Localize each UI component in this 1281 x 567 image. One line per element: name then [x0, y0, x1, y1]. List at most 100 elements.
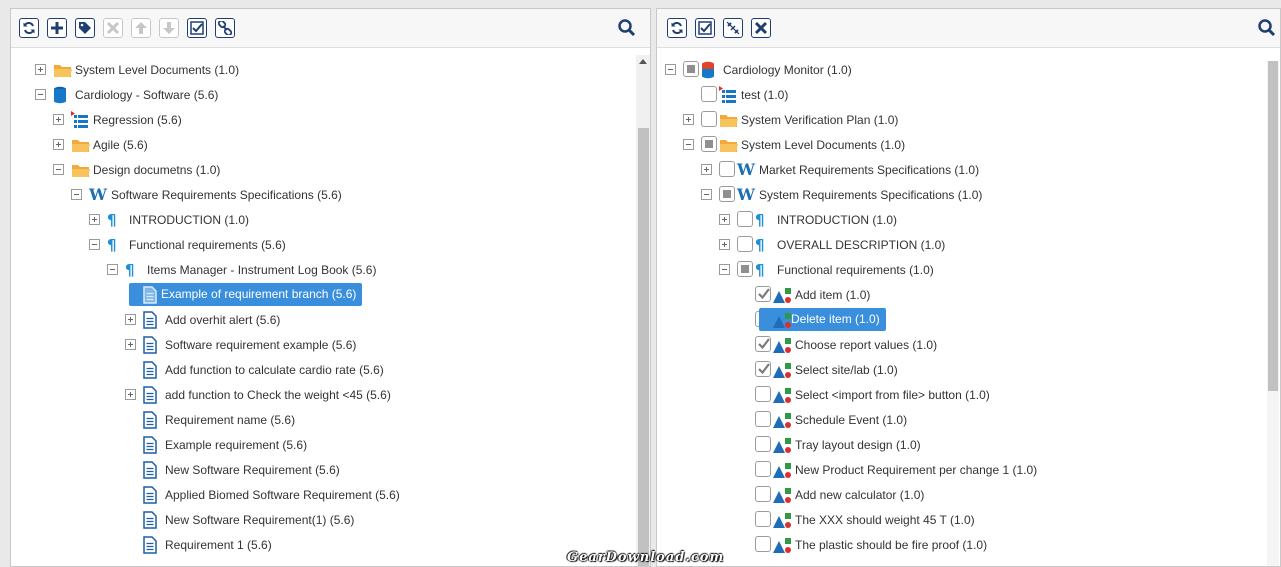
move-up-button[interactable]	[131, 18, 151, 38]
tag-button[interactable]	[75, 18, 95, 38]
tree-checkbox[interactable]	[701, 111, 717, 127]
tree-checkbox[interactable]	[755, 486, 771, 502]
tree-item-label[interactable]: Agile (5.6)	[93, 138, 148, 152]
tree-row[interactable]: The plastic should be fire proof (1.0)	[657, 532, 1280, 557]
tree-item-label[interactable]: System Verification Plan (1.0)	[741, 113, 898, 127]
tree-row[interactable]: Choose report values (1.0)	[657, 332, 1280, 357]
collapse-icon[interactable]	[701, 189, 712, 200]
tree-row[interactable]: System Level Documents (1.0)	[657, 132, 1280, 157]
tree-item-label[interactable]: Choose report values (1.0)	[795, 338, 937, 352]
tree-checkbox[interactable]	[719, 186, 735, 202]
tree-item-label[interactable]: New Software Requirement (5.6)	[165, 463, 340, 477]
tree-item-label[interactable]: Functional requirements (5.6)	[129, 238, 286, 252]
tree-checkbox[interactable]	[737, 236, 753, 252]
tree-item-label[interactable]: Market Requirements Specifications (1.0)	[759, 163, 979, 177]
tree-checkbox[interactable]	[737, 211, 753, 227]
tree-row[interactable]: Requirement name (5.6)	[11, 407, 650, 432]
tree-item-label[interactable]: Example requirement (5.6)	[165, 438, 307, 452]
tree-row[interactable]: Software requirement example (5.6)	[11, 332, 650, 357]
tree-row[interactable]: Select <import from file> button (1.0)	[657, 382, 1280, 407]
expand-icon[interactable]	[125, 339, 136, 350]
tree-item-label[interactable]: Example of requirement branch (5.6)	[129, 283, 363, 306]
tree-item-label[interactable]: The XXX should weight 45 T (1.0)	[795, 513, 975, 527]
right-vertical-scrollbar[interactable]	[1267, 61, 1279, 566]
tree-checkbox[interactable]	[755, 286, 771, 302]
tree-checkbox[interactable]	[719, 161, 735, 177]
left-vertical-scrollbar[interactable]	[636, 55, 650, 566]
tree-item-label[interactable]: test (1.0)	[741, 88, 788, 102]
tree-row[interactable]: Requirement 1 (5.6)	[11, 532, 650, 557]
tree-item-label[interactable]: System Level Documents (1.0)	[75, 63, 239, 77]
expand-icon[interactable]	[701, 164, 712, 175]
collapse-icon[interactable]	[719, 264, 730, 275]
tree-item-label[interactable]: Tray layout design (1.0)	[795, 438, 921, 452]
tree-item-label[interactable]: Add new calculator (1.0)	[795, 488, 924, 502]
tree-checkbox[interactable]	[755, 461, 771, 477]
tree-item-label[interactable]: Software Requirements Specifications (5.…	[111, 188, 342, 202]
tree-row[interactable]: ¶ OVERALL DESCRIPTION (1.0)	[657, 232, 1280, 257]
expand-icon[interactable]	[683, 114, 694, 125]
expand-icon[interactable]	[53, 114, 64, 125]
tree-item-label[interactable]: System Level Documents (1.0)	[741, 138, 905, 152]
tree-row[interactable]: System Level Documents (1.0)	[11, 57, 650, 82]
tree-row[interactable]: Regression (5.6)	[11, 107, 650, 132]
tree-item-label[interactable]: Items Manager - Instrument Log Book (5.6…	[147, 263, 376, 277]
tree-item-label[interactable]: Cardiology Monitor (1.0)	[723, 63, 852, 77]
tree-checkbox[interactable]	[755, 361, 771, 377]
tree-row[interactable]: add function to Check the weight <45 (5.…	[11, 382, 650, 407]
expand-icon[interactable]	[35, 64, 46, 75]
tree-item-label[interactable]: Add item (1.0)	[795, 288, 870, 302]
collapse-icon[interactable]	[53, 164, 64, 175]
tree-row[interactable]: New Product Requirement per change 1 (1.…	[657, 457, 1280, 482]
tree-row[interactable]: ¶ Functional requirements (1.0)	[657, 257, 1280, 282]
right-scrollbar-thumb[interactable]	[1268, 61, 1278, 391]
tree-row[interactable]: Select site/lab (1.0)	[657, 357, 1280, 382]
close-button[interactable]	[751, 18, 771, 38]
tree-row[interactable]: W Software Requirements Specifications (5…	[11, 182, 650, 207]
tree-row[interactable]: Schedule Event (1.0)	[657, 407, 1280, 432]
unlink-button[interactable]	[723, 18, 743, 38]
scroll-up-arrow-icon[interactable]	[639, 59, 647, 64]
tree-item-label[interactable]: Applied Biomed Software Requirement (5.6…	[165, 488, 400, 502]
expand-icon[interactable]	[125, 389, 136, 400]
tree-row[interactable]: New Software Requirement (5.6)	[11, 457, 650, 482]
tree-item-label[interactable]: The plastic should be fire proof (1.0)	[795, 538, 987, 552]
tree-row[interactable]: ¶ INTRODUCTION (1.0)	[11, 207, 650, 232]
check-button[interactable]	[187, 18, 207, 38]
tree-row[interactable]: Cardiology - Software (5.6)	[11, 82, 650, 107]
tree-item-label[interactable]: Requirement name (5.6)	[165, 413, 295, 427]
collapse-icon[interactable]	[35, 89, 46, 100]
tree-item-label[interactable]: INTRODUCTION (1.0)	[777, 213, 897, 227]
tree-checkbox[interactable]	[755, 436, 771, 452]
expand-icon[interactable]	[719, 239, 730, 250]
tree-item-label[interactable]: Functional requirements (1.0)	[777, 263, 934, 277]
tree-row[interactable]: Example requirement (5.6)	[11, 432, 650, 457]
tree-row[interactable]: ¶ Functional requirements (5.6)	[11, 232, 650, 257]
tree-checkbox[interactable]	[701, 86, 717, 102]
tree-item-label[interactable]: Schedule Event (1.0)	[795, 413, 907, 427]
search-button[interactable]	[1257, 18, 1277, 38]
tree-row[interactable]: Add function to calculate cardio rate (5…	[11, 357, 650, 382]
refresh-button[interactable]	[667, 18, 687, 38]
link-button[interactable]	[215, 18, 235, 38]
expand-icon[interactable]	[125, 314, 136, 325]
tree-checkbox[interactable]	[755, 386, 771, 402]
delete-button[interactable]	[103, 18, 123, 38]
tree-item-label[interactable]: Requirement 1 (5.6)	[165, 538, 272, 552]
tree-item-label[interactable]: Software requirement example (5.6)	[165, 338, 356, 352]
tree-row[interactable]: W System Requirements Specifications (1.0…	[657, 182, 1280, 207]
tree-row[interactable]: Example of requirement branch (5.6)	[11, 282, 650, 307]
tree-row[interactable]: Add overhit alert (5.6)	[11, 307, 650, 332]
tree-item-label[interactable]: add function to Check the weight <45 (5.…	[165, 388, 391, 402]
tree-row[interactable]: ¶ INTRODUCTION (1.0)	[657, 207, 1280, 232]
expand-icon[interactable]	[53, 139, 64, 150]
check-button[interactable]	[695, 18, 715, 38]
tree-checkbox[interactable]	[755, 536, 771, 552]
tree-row[interactable]: Cardiology Monitor (1.0)	[657, 57, 1280, 82]
tree-row[interactable]: Delete item (1.0)	[657, 307, 1280, 332]
collapse-icon[interactable]	[89, 239, 100, 250]
tree-item-label[interactable]: Regression (5.6)	[93, 113, 182, 127]
tree-checkbox[interactable]	[701, 136, 717, 152]
tree-item-label[interactable]: Add overhit alert (5.6)	[165, 313, 280, 327]
collapse-icon[interactable]	[71, 189, 82, 200]
